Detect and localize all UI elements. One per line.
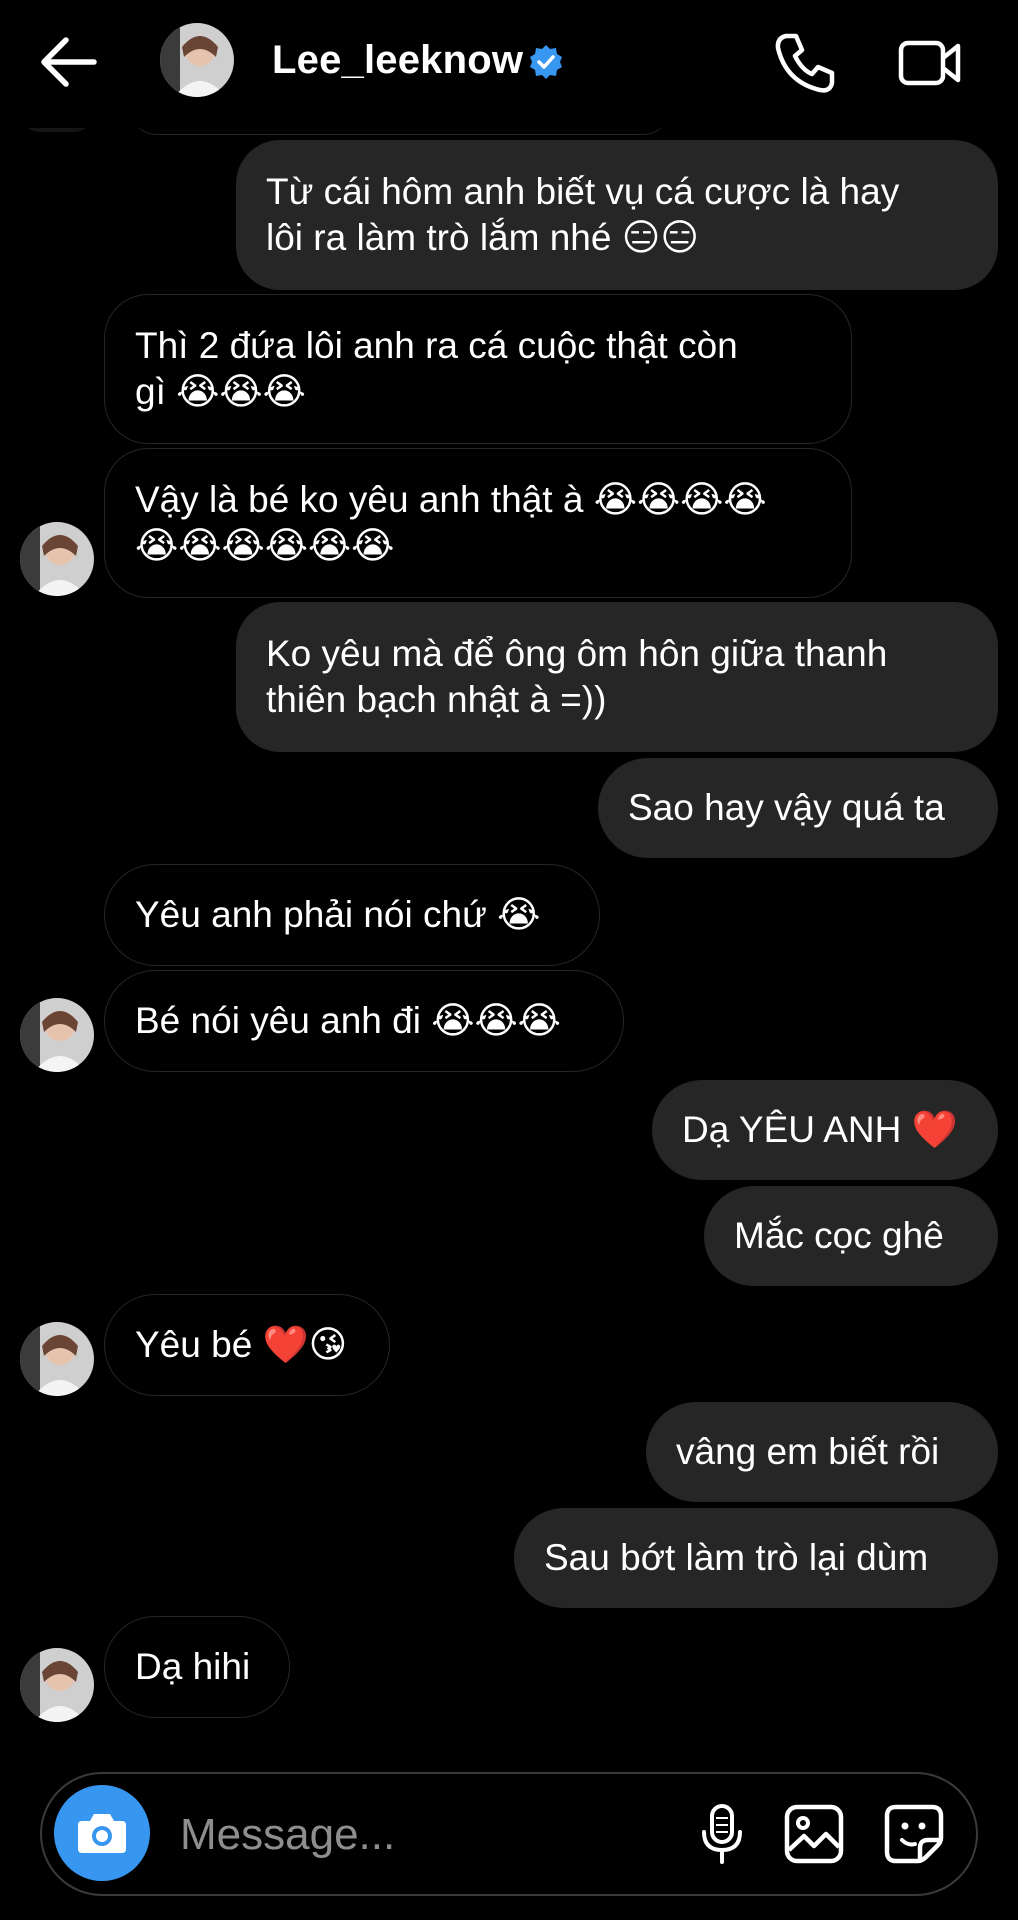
sticker-icon — [884, 1804, 944, 1864]
gallery-icon — [784, 1804, 844, 1864]
message-bubble-outgoing[interactable]: Dạ YÊU ANH ❤️ — [652, 1080, 998, 1180]
message-bubble-incoming[interactable]: Yêu bé ❤️😘 — [104, 1294, 390, 1396]
message-bubble-incoming[interactable]: Thì 2 đứa lôi anh ra cá cuộc thật còn gì… — [104, 294, 852, 444]
video-call-button[interactable] — [898, 34, 964, 92]
verified-badge-icon — [528, 44, 564, 80]
phone-icon — [775, 33, 835, 93]
chat-header: Lee_leeknow — [0, 0, 1018, 128]
contact-avatar[interactable] — [160, 23, 234, 97]
sticker-button[interactable] — [882, 1802, 946, 1866]
back-arrow-icon — [41, 37, 97, 87]
contact-username[interactable]: Lee_leeknow — [272, 38, 523, 83]
audio-call-button[interactable] — [772, 30, 838, 96]
message-bubble-outgoing[interactable]: vâng em biết rồi — [646, 1402, 998, 1502]
contact-avatar[interactable] — [20, 1322, 94, 1396]
contact-avatar[interactable] — [20, 998, 94, 1072]
message-bubble-incoming[interactable]: Dạ hihi — [104, 1616, 290, 1718]
message-bubble-outgoing[interactable]: Sau bớt làm trò lại dùm — [514, 1508, 998, 1608]
message-composer — [40, 1772, 978, 1896]
message-bubble-outgoing[interactable]: Từ cái hôm anh biết vụ cá cược là hay lô… — [236, 140, 998, 290]
message-bubble-outgoing[interactable]: Ko yêu mà để ông ôm hôn giữa thanh thiên… — [236, 602, 998, 752]
message-bubble-incoming[interactable]: Vậy là bé ko yêu anh thật à 😭😭😭😭 😭😭😭😭😭😭 — [104, 448, 852, 598]
contact-avatar[interactable] — [20, 1648, 94, 1722]
video-camera-icon — [898, 40, 961, 86]
gallery-button[interactable] — [782, 1802, 846, 1866]
message-bubble-outgoing[interactable]: Mắc cọc ghê — [704, 1186, 998, 1286]
contact-avatar[interactable] — [20, 522, 94, 596]
message-bubble-outgoing[interactable]: Sao hay vậy quá ta — [598, 758, 998, 858]
message-input[interactable] — [178, 1804, 702, 1866]
voice-message-button[interactable] — [692, 1802, 752, 1866]
message-bubble-incoming[interactable]: Yêu anh phải nói chứ 😭 — [104, 864, 600, 966]
microphone-icon — [702, 1804, 742, 1864]
camera-icon — [78, 1814, 126, 1853]
back-button[interactable] — [36, 34, 100, 90]
camera-button[interactable] — [54, 1785, 150, 1881]
message-bubble-incoming[interactable]: Bé nói yêu anh đi 😭😭😭 — [104, 970, 624, 1072]
